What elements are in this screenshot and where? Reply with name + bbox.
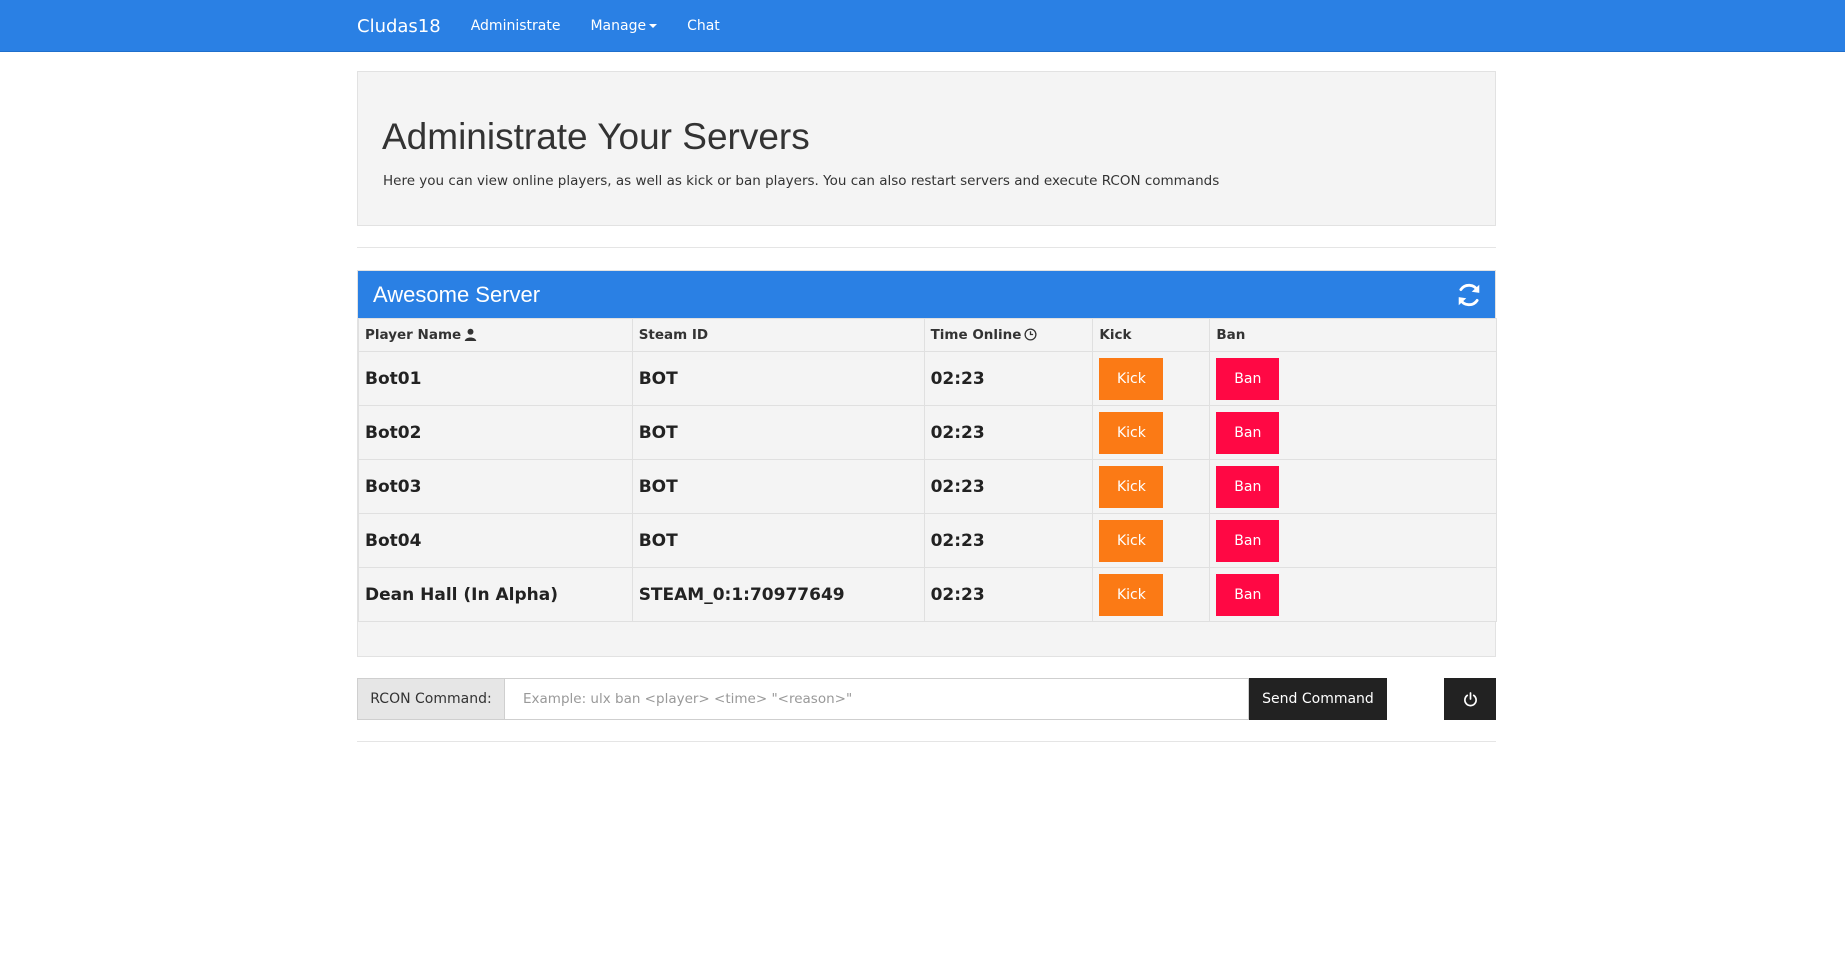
power-icon — [1463, 691, 1477, 706]
table-row: Bot01 BOT 02:23 Kick Ban — [358, 351, 1497, 406]
user-icon — [464, 328, 477, 341]
kick-cell: Kick — [1092, 351, 1211, 406]
time-online-cell: 02:23 — [923, 567, 1094, 622]
kick-button[interactable]: Kick — [1099, 573, 1164, 616]
send-command-button[interactable]: Send Command — [1249, 678, 1387, 720]
column-header-time-online: Time Online — [923, 318, 1094, 352]
ban-cell: Ban — [1209, 459, 1497, 514]
ban-button[interactable]: Ban — [1216, 465, 1280, 508]
nav-link-administrate[interactable]: Administrate — [471, 18, 561, 34]
caret-down-icon — [649, 24, 658, 28]
table-header-row: Player Name Steam ID Time Online Kick Ba… — [358, 318, 1497, 352]
kick-button[interactable]: Kick — [1099, 465, 1164, 508]
kick-button[interactable]: Kick — [1099, 519, 1164, 562]
nav-dropdown-manage[interactable]: Manage — [590, 18, 658, 34]
kick-button[interactable]: Kick — [1099, 357, 1164, 400]
steam-id-cell: BOT — [631, 459, 925, 514]
steam-id-cell: STEAM_0:1:70977649 — [631, 567, 925, 622]
steam-id-cell: BOT — [631, 405, 925, 460]
column-header-steam-id: Steam ID — [631, 318, 925, 352]
ban-button[interactable]: Ban — [1216, 573, 1280, 616]
rcon-label: RCON Command: — [357, 678, 505, 720]
page-description: Here you can view online players, as wel… — [383, 173, 1220, 189]
table-row: Dean Hall (In Alpha) STEAM_0:1:70977649 … — [358, 567, 1497, 622]
player-name-cell: Bot01 — [358, 351, 633, 406]
time-online-cell: 02:23 — [923, 351, 1094, 406]
navbar: Cludas18 Administrate Manage Chat — [0, 0, 1845, 52]
kick-cell: Kick — [1092, 459, 1211, 514]
nav-link-label: Chat — [687, 18, 720, 34]
kick-button[interactable]: Kick — [1099, 411, 1164, 454]
jumbotron: Administrate Your Servers Here you can v… — [357, 71, 1496, 226]
ban-button[interactable]: Ban — [1216, 357, 1280, 400]
steam-id-cell: BOT — [631, 513, 925, 568]
navbar-brand[interactable]: Cludas18 — [357, 16, 441, 37]
rcon-command-input[interactable] — [505, 678, 1249, 720]
player-name-cell: Dean Hall (In Alpha) — [358, 567, 633, 622]
table-row: Bot03 BOT 02:23 Kick Ban — [358, 459, 1497, 514]
restart-server-button[interactable] — [1444, 678, 1496, 720]
server-panel: Awesome Server Player Name Steam ID Time… — [357, 270, 1497, 657]
kick-cell: Kick — [1092, 567, 1211, 622]
server-panel-header: Awesome Server — [358, 271, 1495, 318]
divider — [357, 247, 1496, 248]
player-name-cell: Bot03 — [358, 459, 633, 514]
player-name-cell: Bot04 — [358, 513, 633, 568]
divider — [357, 741, 1496, 742]
refresh-icon[interactable] — [1456, 282, 1482, 308]
nav-link-label: Administrate — [470, 18, 561, 34]
ban-cell: Ban — [1209, 513, 1497, 568]
time-online-cell: 02:23 — [923, 405, 1094, 460]
ban-button[interactable]: Ban — [1216, 411, 1280, 454]
rcon-command-group: RCON Command: Send Command — [357, 678, 1387, 720]
navbar-inner: Cludas18 Administrate Manage Chat — [357, 0, 750, 52]
server-name: Awesome Server — [373, 282, 541, 307]
column-header-ban: Ban — [1209, 318, 1497, 352]
time-online-cell: 02:23 — [923, 459, 1094, 514]
nav-link-chat[interactable]: Chat — [687, 18, 720, 34]
nav-link-label: Manage — [590, 18, 647, 34]
steam-id-cell: BOT — [631, 351, 925, 406]
kick-cell: Kick — [1092, 405, 1211, 460]
kick-cell: Kick — [1092, 513, 1211, 568]
player-name-cell: Bot02 — [358, 405, 633, 460]
ban-cell: Ban — [1209, 567, 1497, 622]
clock-icon — [1024, 328, 1037, 341]
time-online-cell: 02:23 — [923, 513, 1094, 568]
ban-cell: Ban — [1209, 351, 1497, 406]
column-header-kick: Kick — [1092, 318, 1211, 352]
table-row: Bot04 BOT 02:23 Kick Ban — [358, 513, 1497, 568]
page-title: Administrate Your Servers — [382, 116, 810, 157]
ban-button[interactable]: Ban — [1216, 519, 1280, 562]
players-table: Player Name Steam ID Time Online Kick Ba… — [358, 318, 1497, 622]
table-row: Bot02 BOT 02:23 Kick Ban — [358, 405, 1497, 460]
ban-cell: Ban — [1209, 405, 1497, 460]
column-header-player-name: Player Name — [358, 318, 633, 352]
